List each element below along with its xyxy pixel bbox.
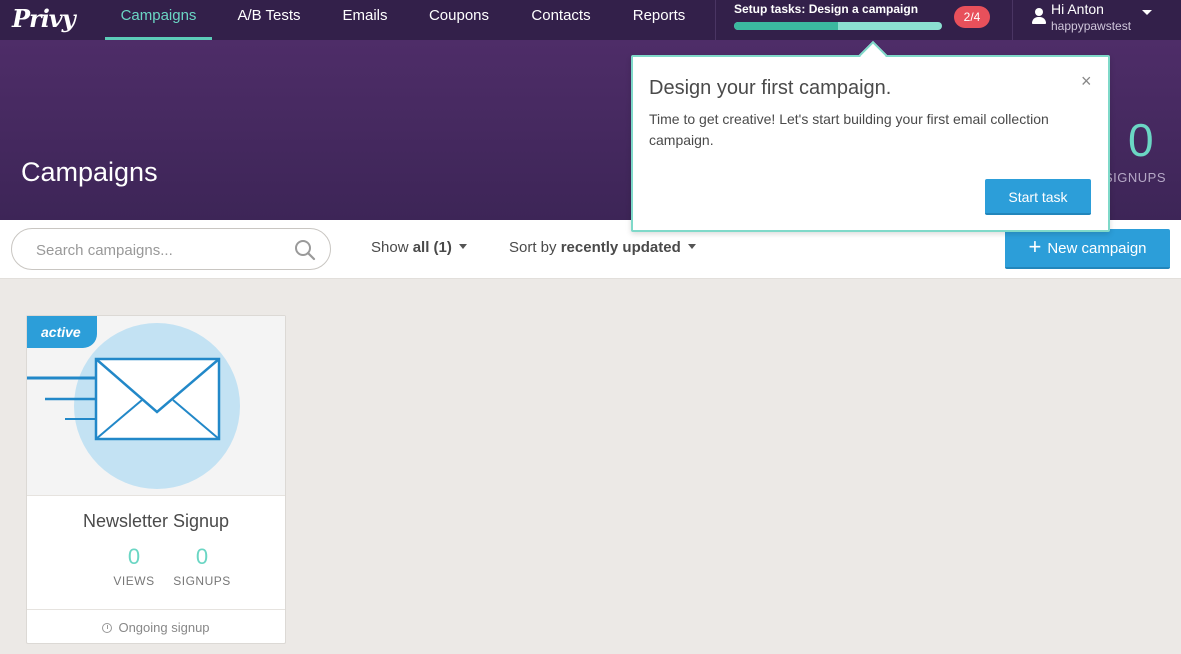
nav-campaigns[interactable]: Campaigns [105, 0, 212, 40]
user-greeting: Hi Anton [1051, 1, 1104, 17]
campaign-thumbnail[interactable]: active [27, 316, 285, 496]
signups-count: 0 [195, 544, 209, 569]
setup-progress-badge[interactable]: 2/4 [954, 6, 990, 28]
campaign-name[interactable]: Newsletter Signup [27, 511, 285, 532]
search-input[interactable] [36, 239, 286, 261]
popover-body: Time to get creative! Let's start buildi… [649, 111, 1049, 148]
user-icon [1032, 8, 1046, 24]
search-box [11, 228, 331, 270]
nav-ab-tests[interactable]: A/B Tests [228, 0, 310, 40]
start-task-button[interactable]: Start task [985, 179, 1091, 215]
search-icon[interactable] [294, 239, 316, 261]
nav-emails[interactable]: Emails [330, 0, 400, 40]
show-filter-dropdown[interactable]: Show all (1) [371, 239, 467, 256]
nav-contacts[interactable]: Contacts [520, 0, 602, 40]
campaign-schedule-label: Ongoing signup [118, 620, 210, 635]
views-count: 0 [127, 544, 141, 569]
nav-divider [715, 0, 716, 40]
campaign-schedule: Ongoing signup [27, 609, 285, 644]
show-filter-prefix: Show [371, 239, 409, 256]
plus-icon: + [1028, 234, 1042, 260]
setup-progress-bar [734, 22, 942, 30]
header-signups-label: SIGNUPS [1104, 170, 1167, 185]
caret-down-icon [1142, 10, 1152, 15]
caret-down-icon [687, 243, 696, 249]
caret-down-icon [458, 243, 467, 249]
sort-value: recently updated [560, 239, 681, 256]
close-icon[interactable]: × [1081, 71, 1092, 92]
setup-tasks[interactable]: Setup tasks: Design a campaign [734, 2, 944, 38]
show-filter-value: all (1) [412, 239, 452, 256]
clock-icon [102, 622, 113, 633]
new-campaign-button[interactable]: + New campaign [1005, 229, 1170, 269]
views-stat: 0 VIEWS [104, 544, 164, 588]
nav-coupons[interactable]: Coupons [420, 0, 498, 40]
popover-title: Design your first campaign. [649, 77, 892, 99]
views-label: VIEWS [113, 574, 155, 588]
nav-reports[interactable]: Reports [622, 0, 696, 40]
status-badge: active [27, 316, 97, 348]
signups-stat: 0 SIGNUPS [172, 544, 232, 588]
campaign-card[interactable]: active Newsletter Signup 0 VIEWS 0 SIGNU… [26, 315, 286, 644]
sort-dropdown[interactable]: Sort by recently updated [509, 239, 696, 256]
setup-progress-fill [734, 22, 838, 30]
setup-tasks-label: Setup tasks: Design a campaign [734, 2, 919, 16]
privy-logo[interactable]: Privy [12, 4, 76, 33]
top-navigation: Privy Campaigns A/B Tests Emails Coupons… [0, 0, 1181, 40]
setup-task-popover: Design your first campaign. × Time to ge… [631, 40, 1110, 232]
nav-divider [1012, 0, 1013, 40]
new-campaign-label: New campaign [1047, 240, 1147, 257]
user-menu[interactable]: Hi Anton happypawstest [1032, 0, 1172, 40]
user-account-name: happypawstest [1051, 19, 1132, 33]
sort-prefix: Sort by [509, 239, 557, 256]
header-signups-count: 0 [1128, 114, 1154, 166]
signups-label: SIGNUPS [173, 574, 231, 588]
page-title: Campaigns [21, 157, 158, 187]
